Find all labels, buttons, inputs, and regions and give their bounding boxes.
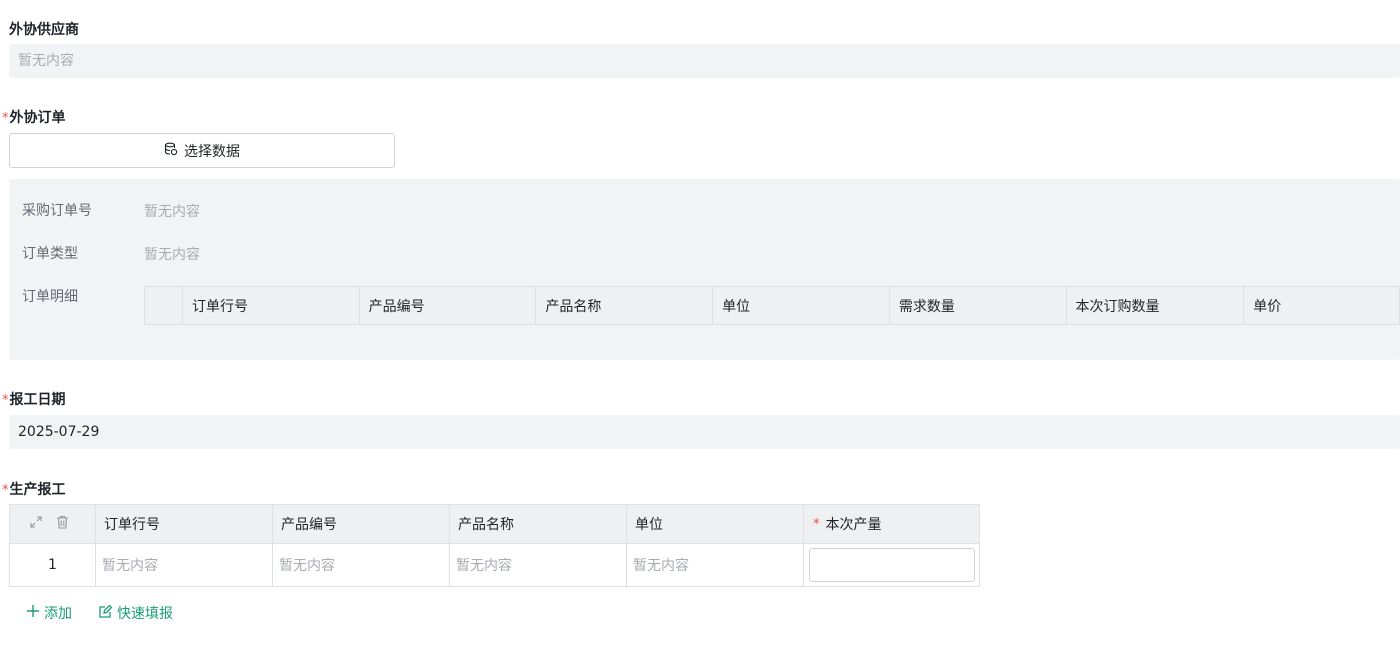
select-data-button[interactable]: 选择数据 [9, 133, 395, 168]
row-index: 1 [48, 557, 57, 573]
header-checkbox-cell [145, 287, 182, 324]
col-product-name: 产品名称 [535, 287, 712, 324]
po-value: 暂无内容 [144, 204, 200, 220]
row-unit[interactable]: 暂无内容 [626, 544, 803, 586]
col-output-qty: * 本次产量 [803, 505, 979, 543]
report-date-value: 2025-07-29 [18, 424, 100, 440]
order-detail-label: 订单明细 [22, 289, 78, 305]
col-unit-price: 单价 [1243, 287, 1399, 324]
quick-fill-label: 快速填报 [117, 606, 173, 622]
col-product-code: 产品编号 [358, 287, 536, 324]
report-date-label: *报工日期 [2, 392, 66, 408]
header-actions-cell [10, 505, 95, 543]
col-unit: 单位 [626, 505, 803, 543]
col-product-name: 产品名称 [449, 505, 626, 543]
row-product-name[interactable]: 暂无内容 [449, 544, 626, 586]
required-mark: * [2, 393, 9, 408]
order-type-value: 暂无内容 [144, 247, 200, 263]
order-info-panel [9, 179, 1400, 360]
plus-icon [26, 604, 40, 622]
select-data-label: 选择数据 [184, 143, 240, 160]
production-label: *生产报工 [2, 482, 66, 498]
order-detail-table-header: 订单行号 产品编号 产品名称 单位 需求数量 本次订购数量 单价 [144, 286, 1400, 325]
col-demand-qty: 需求数量 [888, 287, 1066, 324]
required-mark: * [2, 111, 9, 126]
add-row-button[interactable]: 添加 [26, 603, 72, 623]
quick-fill-button[interactable]: 快速填报 [98, 603, 173, 623]
col-order-line: 订单行号 [95, 505, 272, 543]
col-product-code: 产品编号 [272, 505, 449, 543]
supplier-field[interactable]: 暂无内容 [9, 44, 1400, 78]
table-row: 1 暂无内容 暂无内容 暂无内容 暂无内容 [10, 544, 979, 586]
supplier-value: 暂无内容 [18, 53, 74, 69]
required-mark: * [2, 483, 9, 498]
output-qty-input[interactable] [809, 548, 975, 582]
edit-icon [98, 604, 113, 623]
add-label: 添加 [44, 606, 72, 622]
row-output-qty-cell [803, 544, 979, 586]
row-product-code[interactable]: 暂无内容 [272, 544, 449, 586]
required-mark: * [813, 516, 820, 532]
report-date-field[interactable]: 2025-07-29 [9, 415, 1400, 449]
order-type-label: 订单类型 [22, 246, 78, 262]
row-order-line[interactable]: 暂无内容 [95, 544, 272, 586]
production-table-header: 订单行号 产品编号 产品名称 单位 * 本次产量 [10, 505, 979, 544]
database-icon [164, 142, 178, 160]
expand-icon[interactable] [30, 516, 42, 532]
po-label: 采购订单号 [22, 203, 92, 219]
col-order-line: 订单行号 [181, 287, 359, 324]
order-label: *外协订单 [2, 110, 66, 126]
delete-icon[interactable] [56, 515, 69, 533]
col-unit: 单位 [712, 287, 889, 324]
col-order-qty: 本次订购数量 [1065, 287, 1244, 324]
production-table: 订单行号 产品编号 产品名称 单位 * 本次产量 1 暂无内容 暂无内容 暂无内… [9, 504, 980, 587]
supplier-label: 外协供应商 [9, 22, 79, 38]
